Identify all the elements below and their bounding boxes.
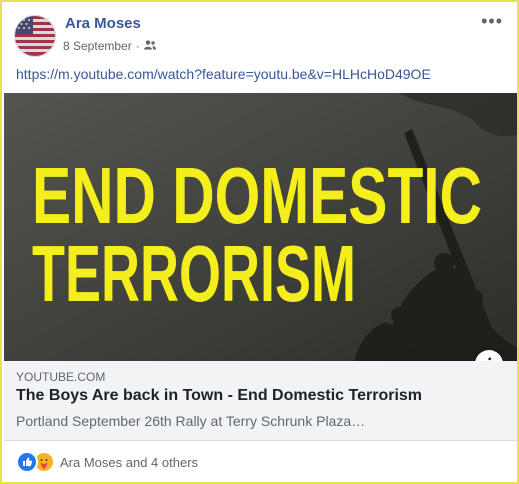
- avatar[interactable]: [14, 15, 56, 57]
- link-title[interactable]: The Boys Are back in Town - End Domestic…: [16, 387, 422, 405]
- reactions-summary[interactable]: Ara Moses and 4 others: [60, 455, 198, 470]
- more-options-icon[interactable]: •••: [481, 12, 503, 30]
- post-date[interactable]: 8 September: [63, 39, 132, 53]
- post-meta: 8 September ·: [63, 39, 156, 53]
- image-headline-line2: TERRORISM: [32, 229, 356, 318]
- like-icon: [16, 451, 38, 473]
- flag-avatar-image: [15, 16, 55, 56]
- post-header: Ara Moses 8 September · •••: [14, 12, 505, 57]
- link-preview-info[interactable]: YOUTUBE.COM The Boys Are back in Town - …: [4, 361, 517, 441]
- meta-separator: ·: [135, 39, 140, 53]
- author-name[interactable]: Ara Moses: [65, 15, 141, 32]
- reactions-bar[interactable]: Ara Moses and 4 others: [16, 451, 198, 473]
- link-preview-image[interactable]: END DOMESTIC TERRORISM: [4, 93, 517, 361]
- post-link-url[interactable]: https://m.youtube.com/watch?feature=yout…: [16, 66, 431, 82]
- image-headline-line1: END DOMESTIC: [32, 151, 482, 240]
- link-domain: YOUTUBE.COM: [16, 370, 106, 384]
- link-description: Portland September 26th Rally at Terry S…: [16, 413, 366, 429]
- post-card: Ara Moses 8 September · ••• https://m.yo…: [0, 0, 519, 484]
- friends-icon[interactable]: [143, 39, 156, 53]
